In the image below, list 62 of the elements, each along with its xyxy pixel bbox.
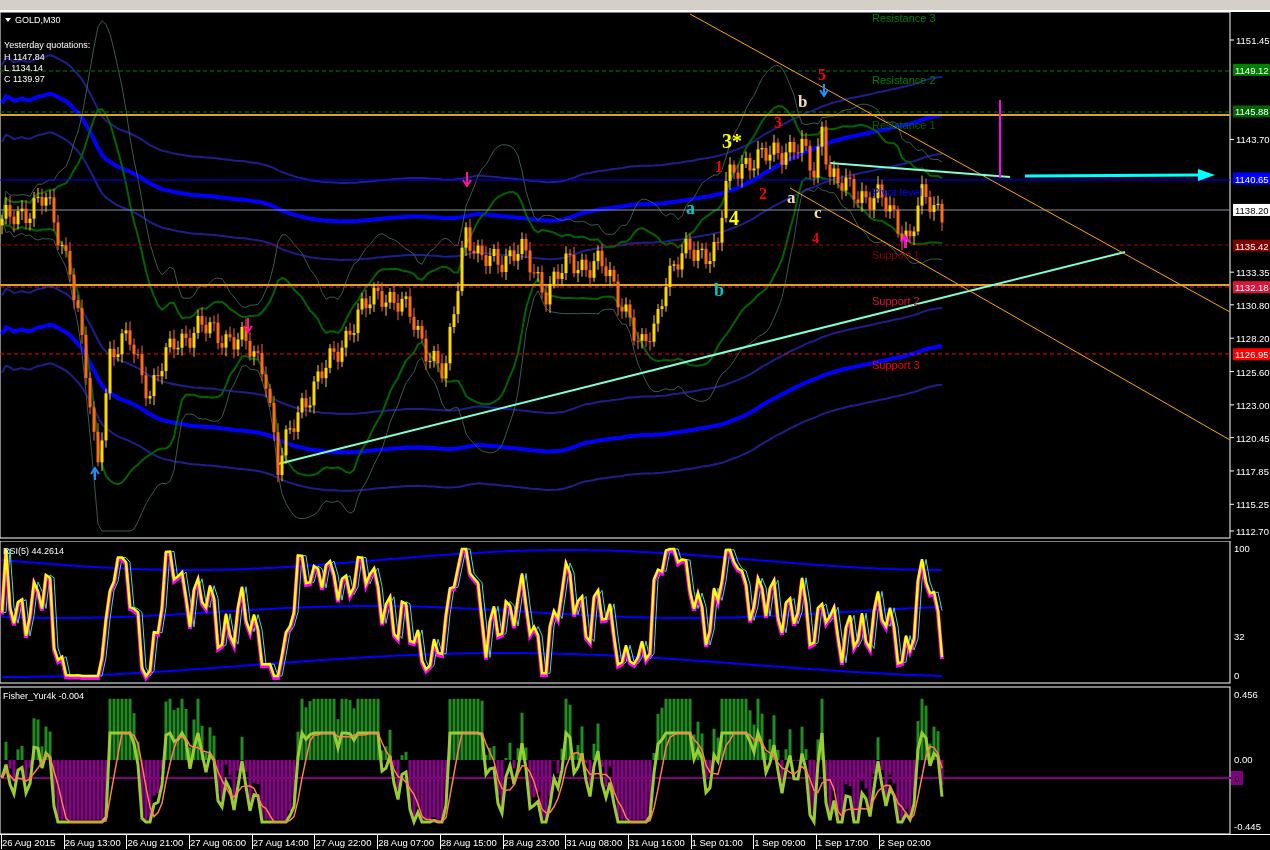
- price-tag-value: 1135.42: [1235, 240, 1269, 252]
- wave-label: c: [814, 203, 822, 222]
- price-tag-value: 1140.65: [1235, 173, 1269, 185]
- time-axis-label: 28 Aug 07:00: [377, 835, 440, 849]
- price-axis-label: 1128.20: [1236, 333, 1270, 345]
- time-axis-label: 27 Aug 22:00: [314, 835, 378, 849]
- time-axis-label: 31 Aug 16:00: [627, 835, 691, 849]
- price-axis-label: 1151.45: [1236, 35, 1270, 46]
- price-axis-label: 1117.85: [1236, 465, 1269, 477]
- time-axis-label: 26 Aug 2015: [1, 835, 64, 849]
- price-axis-label: 1115.25: [1236, 499, 1269, 511]
- wave-label: 1: [715, 158, 723, 175]
- rsi-axis-label: 100: [1234, 543, 1250, 554]
- wave-label: 4: [812, 231, 819, 246]
- rsi-axis-label: 32: [1234, 631, 1245, 642]
- level-label: Resistance 2: [872, 74, 936, 86]
- time-axis-label: 1 Sep 01:00: [690, 835, 754, 849]
- wave-label: b: [798, 92, 808, 111]
- price-tag-value: 1132.18: [1235, 282, 1269, 294]
- wave-label: 2: [759, 185, 767, 202]
- price-axis-label: 1143.70: [1236, 134, 1270, 146]
- indicator-label: Fisher_Yur4k -0.004: [3, 691, 85, 701]
- fisher-axis-label: 0.456: [1234, 689, 1258, 700]
- price-axis-label: 1130.80: [1236, 299, 1270, 311]
- wave-label: 3: [774, 114, 782, 131]
- time-axis-label: 28 Aug 23:00: [502, 835, 566, 849]
- time-axis-label: 31 Aug 08:00: [565, 835, 628, 849]
- chart-symbol: GOLD,M30: [15, 15, 61, 25]
- price-axis-label: 1112.70: [1236, 526, 1269, 537]
- triangle-icon: [5, 18, 11, 22]
- price-tag-value: 1138.20: [1235, 204, 1269, 216]
- wave-label: b: [714, 280, 724, 300]
- quotation-value: C 1139.97: [4, 74, 45, 84]
- time-axis-label: 27 Aug 14:00: [251, 835, 315, 849]
- rsi-axis-label: 0: [1234, 670, 1240, 681]
- wave-label: 3*: [722, 130, 742, 152]
- time-axis-label: 27 Aug 06:00: [189, 835, 252, 849]
- fisher-axis-label: 0.00: [1234, 754, 1253, 765]
- price-axis-label: 1125.60: [1236, 366, 1270, 378]
- level-label: Support 3: [872, 359, 920, 371]
- price-axis-label: 1120.45: [1236, 432, 1270, 444]
- fisher-axis-label: -0.445: [1234, 821, 1261, 832]
- wave-label: 4: [729, 207, 739, 229]
- wave-label: a: [686, 198, 695, 218]
- price-tag-value: 1145.88: [1235, 106, 1269, 118]
- quotation-value: L 1134.14: [4, 63, 44, 73]
- price-axis-label: 1123.00: [1236, 399, 1270, 411]
- level-label: Support 2: [872, 295, 920, 307]
- quotation-value: H 1147.84: [4, 52, 45, 62]
- time-axis-label: 1 Sep 17:00: [815, 835, 879, 849]
- time-axis-label: 1 Sep 09:00: [753, 835, 816, 849]
- time-axis-label: 2 Sep 02:00: [878, 835, 942, 849]
- quotations-title: Yesterday quotations:: [4, 40, 91, 50]
- time-axis-label: 26 Aug 21:00: [126, 835, 190, 849]
- price-tag-value: 1149.12: [1235, 64, 1269, 76]
- zero-tag-value: 0: [1234, 774, 1240, 784]
- price-tag-value: 1126.95: [1235, 349, 1269, 361]
- time-axis-label: 26 Aug 13:00: [63, 835, 127, 849]
- price-axis-label: 1133.35: [1236, 267, 1270, 279]
- level-label: Resistance 3: [872, 12, 936, 24]
- time-axis-label: 28 Aug 15:00: [439, 835, 503, 849]
- wave-label: 5: [818, 66, 826, 83]
